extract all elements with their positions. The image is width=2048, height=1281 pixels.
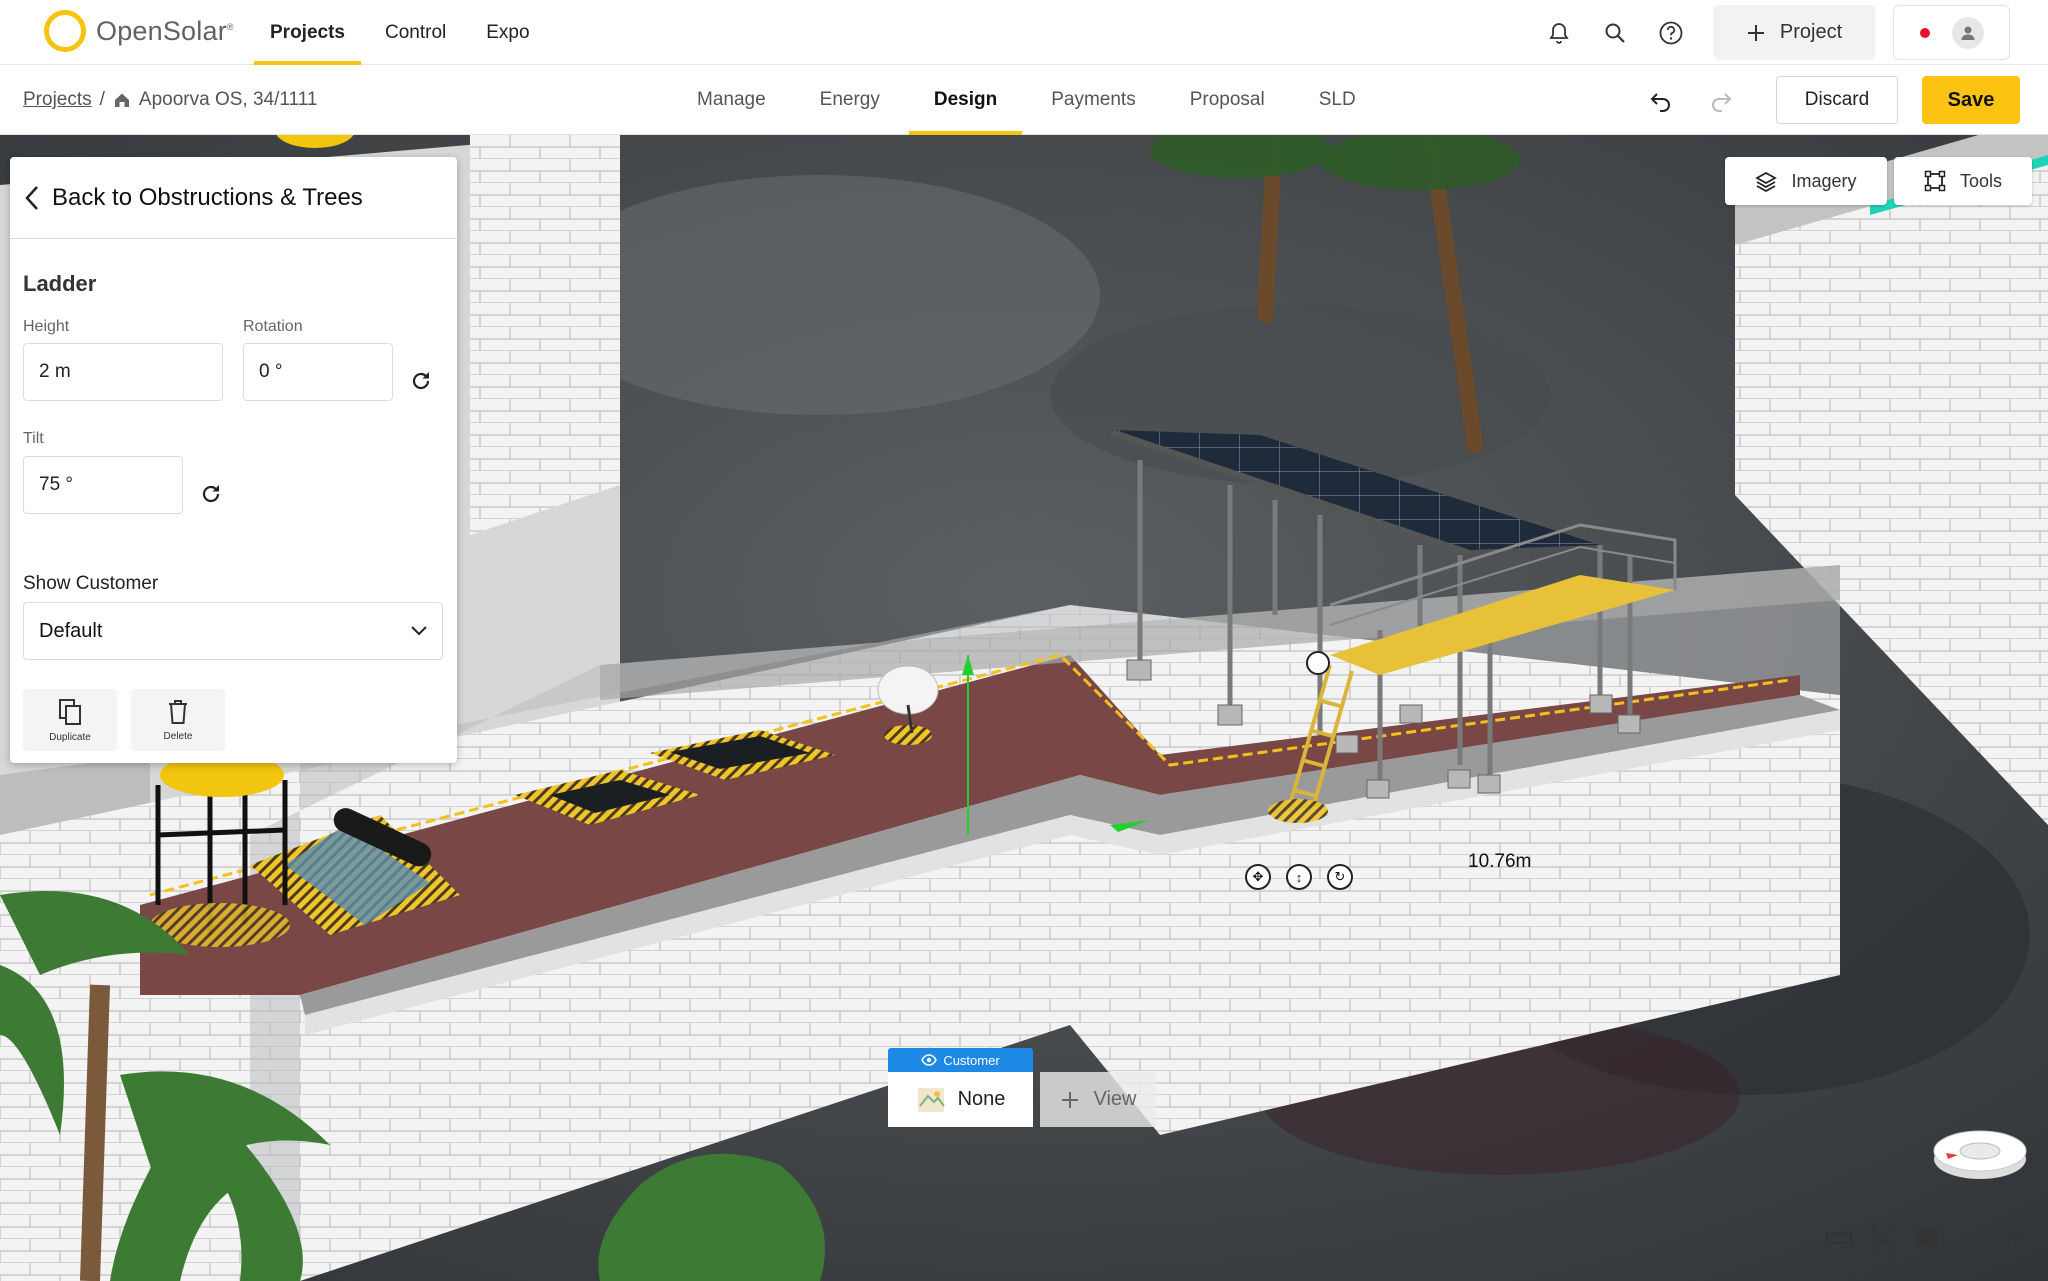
current-view-button[interactable]: None (888, 1072, 1033, 1127)
reset-tilt-icon[interactable] (197, 480, 225, 508)
move-handle-icon[interactable]: ✥ (1245, 864, 1271, 890)
zoom-out-icon[interactable] (1956, 1223, 1986, 1253)
nav-projects[interactable]: Projects (250, 0, 365, 65)
tilt-label: Tilt (23, 430, 44, 447)
save-button[interactable]: Save (1922, 76, 2020, 124)
height-handle-icon[interactable]: ↕ (1286, 864, 1312, 890)
tab-design[interactable]: Design (907, 65, 1024, 135)
plus-icon (1061, 1091, 1078, 1108)
undo-icon (1650, 93, 1670, 112)
breadcrumb-separator: / (99, 89, 105, 110)
rotate-handle-icon[interactable]: ↻ (1327, 864, 1353, 890)
logo-mark: ® (226, 21, 234, 32)
chevron-left-icon (25, 185, 38, 210)
current-view-label: None (957, 1088, 1006, 1110)
show-customer-select[interactable]: Default (23, 602, 443, 660)
map-thumbnail-icon (917, 1087, 945, 1112)
logo-ring-icon (44, 10, 86, 52)
duplicate-label: Duplicate (49, 731, 91, 743)
breadcrumb-current: Apoorva OS, 34/1111 (138, 89, 318, 110)
main-nav: Projects Control Expo (250, 0, 550, 65)
notification-dot-icon (1919, 27, 1930, 38)
duplicate-button[interactable]: Duplicate (23, 689, 117, 751)
plus-icon (1747, 24, 1764, 41)
add-view-button[interactable]: View (1040, 1072, 1156, 1127)
tab-payments[interactable]: Payments (1024, 65, 1162, 135)
duplicate-icon (59, 698, 81, 725)
customer-tag-label: Customer (943, 1052, 1000, 1068)
redo-button[interactable] (1696, 75, 1746, 125)
map-view-icon[interactable] (1912, 1223, 1942, 1253)
dimension-measurement: 10.76m (1468, 851, 1532, 872)
compass-icon[interactable] (1932, 1123, 2028, 1181)
back-to-obstructions-button[interactable]: Back to Obstructions & Trees (10, 157, 457, 239)
redo-icon (1712, 93, 1732, 112)
new-project-button[interactable]: Project (1713, 5, 1875, 60)
customer-view-tag: Customer (888, 1048, 1033, 1072)
new-project-label: Project (1779, 21, 1843, 43)
nav-expo[interactable]: Expo (466, 0, 549, 65)
zoom-in-icon[interactable] (2000, 1223, 2030, 1253)
tab-proposal[interactable]: Proposal (1163, 65, 1292, 135)
screenshot-icon[interactable] (1868, 1223, 1898, 1253)
rotation-field[interactable]: 0 ° (243, 343, 393, 401)
tab-energy[interactable]: Energy (793, 65, 907, 135)
help-icon[interactable] (1643, 5, 1699, 61)
user-icon (1961, 26, 1974, 40)
reset-rotation-icon[interactable] (407, 367, 435, 395)
top-icons: Project (1531, 0, 2048, 65)
obstruction-title: Ladder (23, 271, 97, 296)
ruler-icon[interactable] (1824, 1223, 1854, 1253)
discard-button[interactable]: Discard (1776, 76, 1898, 124)
height-label: Height (23, 318, 70, 335)
top-navbar: OpenSolar® Projects Control Expo Project (0, 0, 2048, 65)
add-view-label: View (1093, 1088, 1137, 1110)
show-customer-value: Default (39, 619, 103, 642)
breadcrumb: Projects / Apoorva OS, 34/1111 (23, 65, 317, 135)
delete-button[interactable]: Delete (131, 689, 225, 751)
tab-manage[interactable]: Manage (670, 65, 793, 135)
eye-icon (921, 1054, 938, 1066)
tilt-field[interactable]: 75 ° (23, 456, 183, 514)
viewport-tools (1824, 1223, 2030, 1253)
account-menu-button[interactable] (1893, 5, 2010, 60)
tools-button[interactable]: Tools (1894, 157, 2032, 205)
imagery-label: Imagery (1791, 170, 1857, 191)
layers-icon (1755, 171, 1778, 192)
edit-actions: Discard Save (1636, 65, 2020, 135)
undo-button[interactable] (1636, 75, 1686, 125)
chevron-down-icon (411, 626, 427, 636)
delete-label: Delete (163, 730, 193, 742)
tools-label: Tools (1959, 170, 2003, 191)
view-switcher: Customer None View (888, 1048, 1156, 1127)
design-tabs: Manage Energy Design Payments Proposal S… (670, 65, 1383, 135)
nav-control[interactable]: Control (365, 0, 466, 65)
avatar (1951, 16, 1984, 49)
obstruction-properties-panel: Back to Obstructions & Trees Ladder Heig… (10, 157, 457, 763)
bell-icon[interactable] (1531, 5, 1587, 61)
rotation-label: Rotation (243, 318, 303, 335)
back-label: Back to Obstructions & Trees (52, 183, 363, 211)
tools-icon (1924, 170, 1946, 192)
tab-sld[interactable]: SLD (1292, 65, 1383, 135)
opensolar-logo[interactable]: OpenSolar® (44, 9, 234, 53)
project-subbar: Projects / Apoorva OS, 34/1111 Manage En… (0, 65, 2048, 135)
logo-text: OpenSolar (96, 15, 227, 46)
height-field[interactable]: 2 m (23, 343, 223, 401)
breadcrumb-projects-link[interactable]: Projects (23, 89, 92, 111)
show-customer-label: Show Customer (23, 573, 159, 594)
imagery-button[interactable]: Imagery (1725, 157, 1887, 205)
trash-icon (169, 699, 187, 724)
home-icon (114, 93, 129, 107)
search-icon[interactable] (1587, 5, 1643, 61)
